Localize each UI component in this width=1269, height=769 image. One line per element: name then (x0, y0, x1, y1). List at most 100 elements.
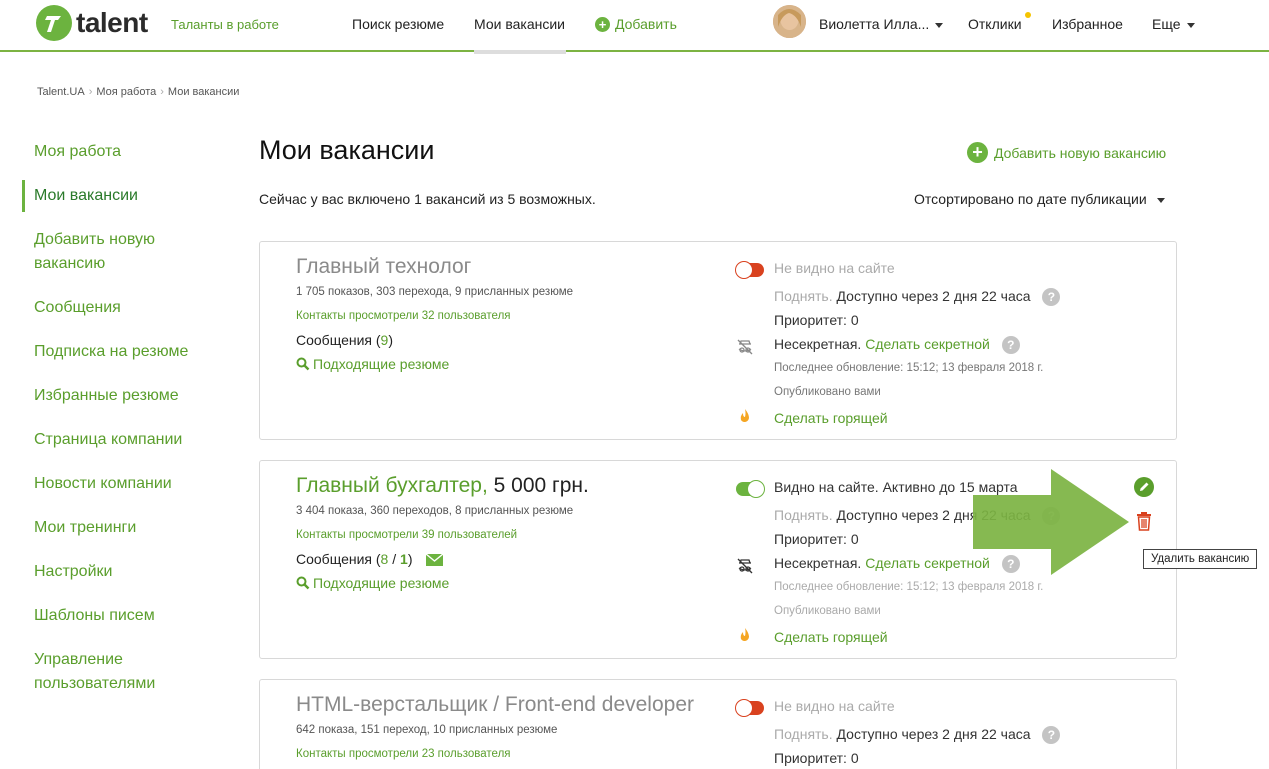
user-name: Виолетта Илла... (819, 16, 930, 32)
chevron-down-icon (1156, 197, 1165, 203)
breadcrumb-item[interactable]: Talent.UA (37, 86, 85, 98)
make-hot-link[interactable]: Сделать горящей (774, 629, 888, 645)
contacts-viewed-link[interactable]: Контакты просмотрели 23 пользователя (296, 748, 511, 760)
logo-text: talent (76, 7, 148, 38)
sidebar-item-my-work[interactable]: Моя работа (22, 140, 232, 164)
messages-label: Сообщения ( (296, 551, 381, 567)
add-vacancy-button[interactable]: + Добавить новую вакансию (967, 142, 1166, 163)
sidebar-item-letter-templates[interactable]: Шаблоны писем (22, 604, 232, 628)
contacts-viewed-link[interactable]: Контакты просмотрели 32 пользователя (296, 310, 511, 322)
messages-link[interactable]: Сообщения (9) (296, 332, 393, 348)
raise-row: Поднять. Доступно через 2 дня 22 часа ? (774, 288, 1061, 307)
contacts-viewed-link[interactable]: Контакты просмотрели 39 пользователей (296, 529, 517, 541)
breadcrumb-item[interactable]: Моя работа (96, 86, 156, 98)
matching-resumes-link[interactable]: Подходящие резюме (296, 356, 449, 372)
sidebar-item-favorite-resumes[interactable]: Избранные резюме (22, 384, 232, 408)
make-secret-link[interactable]: Сделать секретной (865, 336, 990, 352)
sidebar-item-company-news[interactable]: Новости компании (22, 472, 232, 496)
sidebar-item-user-management[interactable]: Управление пользователями (22, 648, 232, 696)
user-menu[interactable]: Виолетта Илла... (819, 16, 944, 32)
secret-row: Несекретная. Сделать секретной ? (774, 336, 1020, 355)
secret-off-icon (737, 558, 753, 574)
last-updated: Последнее обновление: 15:12; 13 февраля … (774, 581, 1044, 593)
delete-vacancy-tooltip: Удалить вакансию (1143, 549, 1258, 569)
make-secret-link[interactable]: Сделать секретной (865, 555, 990, 571)
raise-info: Доступно через 2 дня 22 часа (836, 288, 1031, 304)
messages-label: Сообщения ( (296, 332, 381, 348)
edit-icon[interactable] (1134, 477, 1154, 497)
sidebar-item-resume-subscription[interactable]: Подписка на резюме (22, 340, 232, 364)
add-vacancy-label: Добавить новую вакансию (994, 144, 1167, 161)
nav-add[interactable]: + Добавить (595, 16, 677, 32)
visibility-toggle[interactable] (736, 480, 765, 498)
page-title: Мои вакансии (259, 135, 435, 165)
vacancy-title[interactable]: HTML-верстальщик / Front-end developer (296, 693, 694, 717)
priority: Приоритет: 0 (774, 750, 859, 766)
priority: Приоритет: 0 (774, 312, 859, 328)
vacancy-title-text: Главный бухгалтер, (296, 474, 488, 497)
vacancy-stats: 642 показа, 151 переход, 10 присланных р… (296, 724, 558, 736)
vacancy-stats: 3 404 показа, 360 переходов, 8 присланны… (296, 505, 574, 517)
vacancy-title[interactable]: Главный технолог (296, 255, 471, 279)
matching-resumes-label: Подходящие резюме (313, 575, 450, 591)
top-header: talent Таланты в работе Поиск резюме Мои… (0, 0, 1269, 52)
make-hot-link[interactable]: Сделать горящей (774, 410, 888, 426)
vacancy-stats: 1 705 показов, 303 перехода, 9 присланны… (296, 286, 574, 298)
sidebar-item-messages[interactable]: Сообщения (22, 296, 232, 320)
nav-responses[interactable]: Отклики (968, 16, 1022, 32)
sidebar: Моя работа Мои вакансии Добавить новую в… (22, 140, 232, 716)
matching-resumes-label: Подходящие резюме (313, 356, 450, 372)
trash-icon[interactable] (1135, 511, 1153, 531)
nav-search-resumes[interactable]: Поиск резюме (352, 16, 444, 32)
visibility-status: Не видно на сайте (774, 260, 895, 276)
vacancy-salary: 5 000 грн. (493, 474, 589, 497)
vacancy-title[interactable]: Главный бухгалтер, 5 000 грн. (296, 474, 589, 498)
visibility-toggle[interactable] (735, 699, 764, 717)
search-icon (296, 357, 310, 371)
sidebar-item-settings[interactable]: Настройки (22, 560, 232, 584)
raise-label: Поднять. (774, 507, 833, 523)
nav-my-vacancies[interactable]: Мои вакансии (474, 16, 565, 32)
sidebar-item-add-vacancy[interactable]: Добавить новую вакансию (22, 228, 232, 276)
messages-close: ) (388, 332, 394, 348)
sidebar-item-trainings[interactable]: Мои тренинги (22, 516, 232, 540)
last-updated: Последнее обновление: 15:12; 13 февраля … (774, 362, 1044, 374)
raise-label: Поднять. (774, 726, 833, 742)
sidebar-item-company-page[interactable]: Страница компании (22, 428, 232, 452)
mail-icon[interactable] (425, 553, 444, 567)
logo-icon (36, 5, 72, 41)
messages-new-count[interactable]: 1 (400, 551, 408, 567)
annotation-arrow-icon (973, 469, 1129, 575)
messages-link[interactable]: Сообщения (8 / 1) (296, 551, 444, 567)
secret-label: Несекретная. (774, 555, 862, 571)
avatar[interactable] (773, 5, 806, 38)
fire-icon (740, 628, 749, 641)
vacancy-card: HTML-верстальщик / Front-end developer 6… (259, 679, 1177, 769)
nav-more[interactable]: Еще (1152, 16, 1195, 32)
chevron-down-icon (935, 22, 944, 28)
published-by: Опубликовано вами (774, 386, 881, 398)
help-icon[interactable]: ? (1042, 288, 1061, 307)
vacancy-summary: Сейчас у вас включено 1 вакансий из 5 во… (259, 191, 596, 207)
breadcrumb: Talent.UA › Моя работа › Мои вакансии (37, 86, 240, 98)
search-icon (296, 576, 310, 590)
notification-dot (1025, 12, 1031, 18)
slogan: Таланты в работе (171, 17, 279, 32)
sort-dropdown[interactable]: Отсортировано по дате публикации (914, 191, 1165, 207)
logo[interactable]: talent (36, 5, 148, 41)
sidebar-item-my-vacancies[interactable]: Мои вакансии (22, 180, 232, 212)
help-icon[interactable]: ? (1001, 336, 1020, 355)
priority: Приоритет: 0 (774, 531, 859, 547)
help-icon[interactable]: ? (1042, 726, 1061, 745)
plus-icon: + (967, 142, 988, 163)
secret-label: Несекретная. (774, 336, 862, 352)
nav-favorites[interactable]: Избранное (1052, 16, 1123, 32)
matching-resumes-link[interactable]: Подходящие резюме (296, 575, 449, 591)
raise-row: Поднять. Доступно через 2 дня 22 часа ? (774, 726, 1061, 745)
plus-icon: + (595, 16, 610, 32)
visibility-toggle[interactable] (735, 261, 764, 279)
nav-active-indicator (474, 50, 566, 54)
nav-add-label: Добавить (615, 16, 677, 32)
fire-icon (740, 409, 749, 422)
breadcrumb-item: Мои вакансии (167, 86, 240, 98)
